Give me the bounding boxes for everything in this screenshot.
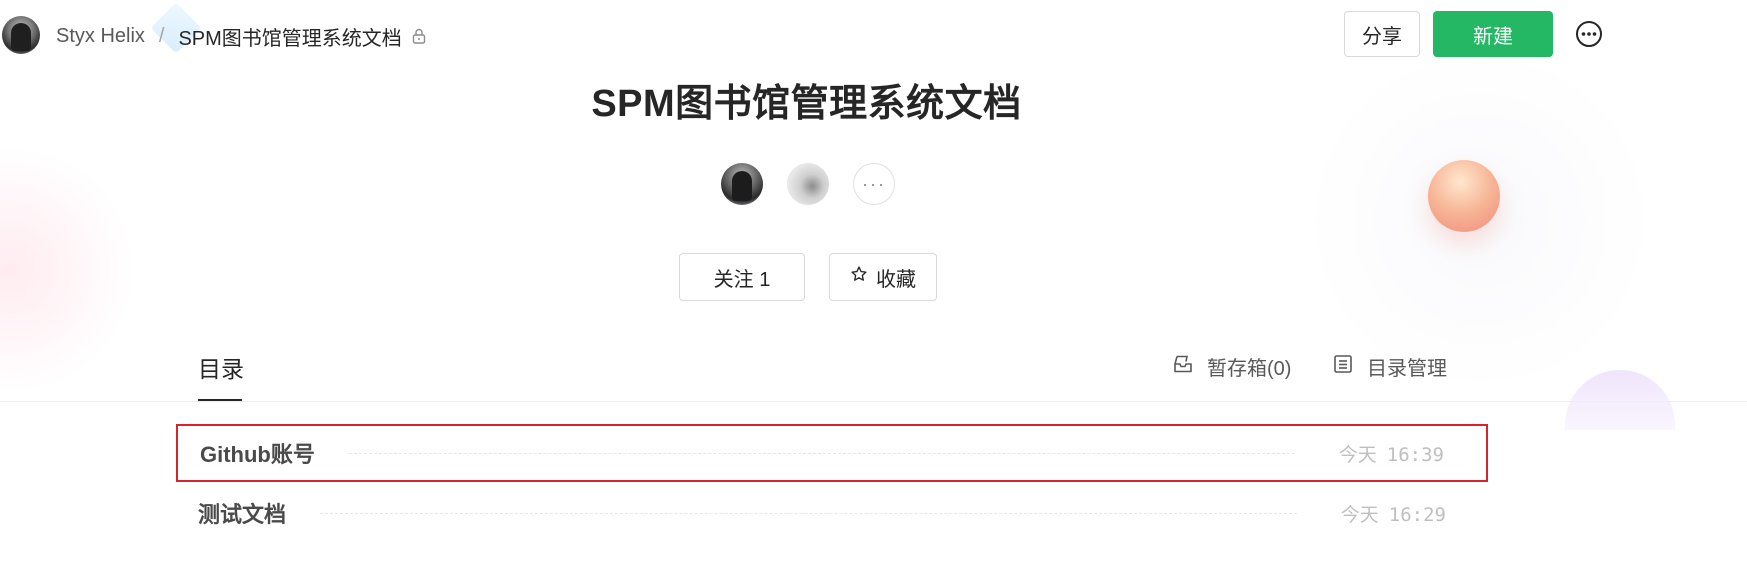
page-title: SPM图书馆管理系统文档 [591,83,1022,125]
favorite-label: 收藏 [876,268,916,291]
doc-time-value: 16:29 [1388,503,1446,526]
doc-title[interactable]: Github账号 [200,437,315,469]
doc-updated-time: 今天 16:39 [1339,440,1444,467]
member-avatar[interactable] [721,163,763,205]
book-page: Styx Helix / SPM图书馆管理系统文档 分享 新建 SPM图书馆管理 [0,0,1747,565]
toc-manage-button[interactable]: 目录管理 [1333,352,1447,381]
follow-button[interactable]: 关注 1 [679,253,805,301]
more-members-button[interactable]: ··· [853,163,895,205]
new-button[interactable]: 新建 [1433,11,1553,57]
breadcrumb-separator: / [158,24,165,47]
breadcrumb: Styx Helix / SPM图书馆管理系统文档 [56,22,426,50]
doc-updated-time: 今天 16:29 [1341,500,1446,527]
doc-date-label: 今天 [1338,444,1377,466]
doc-list-item[interactable]: Github账号 今天 16:39 [176,424,1488,482]
member-avatar[interactable] [787,163,829,205]
drafts-label: 暂存箱(0) [1207,358,1292,380]
list-icon [1333,354,1353,380]
doc-date-label: 今天 [1340,504,1379,526]
toc-manage-label: 目录管理 [1367,358,1447,380]
star-icon [850,265,868,289]
doc-leader-line [348,452,1295,454]
breadcrumb-owner[interactable]: Styx Helix [56,25,145,48]
member-list: ··· [721,163,895,205]
doc-leader-line [320,512,1297,514]
lock-icon [412,28,426,44]
favorite-button[interactable]: 收藏 [829,253,937,301]
inbox-icon [1173,354,1193,380]
header: Styx Helix / SPM图书馆管理系统文档 分享 新建 [0,0,1747,70]
background-orb [1428,160,1500,232]
doc-title[interactable]: 测试文档 [198,497,286,529]
user-avatar[interactable] [2,16,40,54]
drafts-button[interactable]: 暂存箱(0) [1173,352,1291,381]
background-half-circle [1565,370,1675,430]
share-button[interactable]: 分享 [1344,11,1420,57]
tab-toc[interactable]: 目录 [198,350,244,384]
tabs-divider [0,401,1747,402]
background-glow [0,150,140,390]
doc-time-value: 16:39 [1386,443,1444,466]
breadcrumb-book[interactable]: SPM图书馆管理系统文档 [178,22,401,51]
more-circle-icon[interactable] [1575,20,1603,48]
doc-list-item[interactable]: 测试文档 今天 16:29 [176,484,1488,542]
